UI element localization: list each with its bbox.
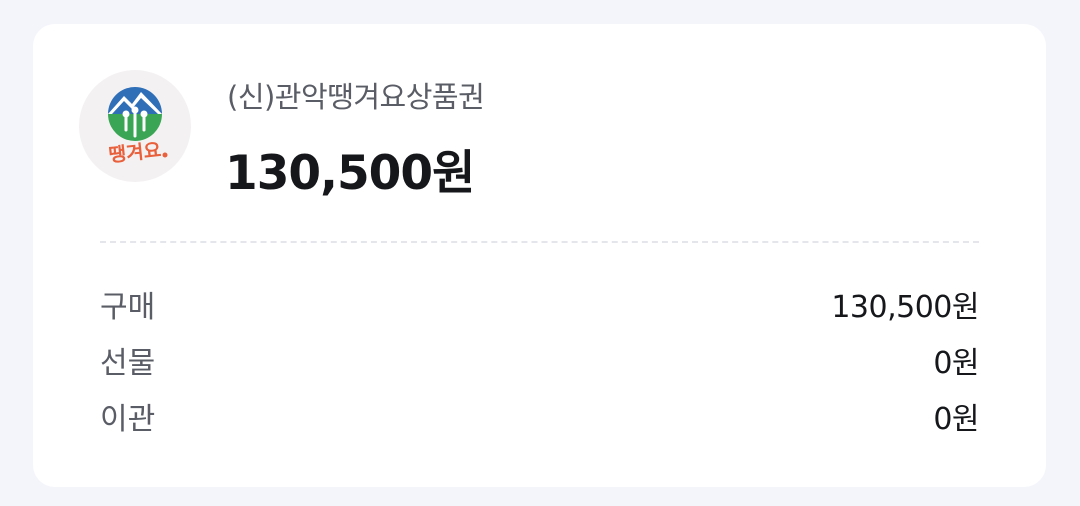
breakdown-label: 선물 xyxy=(100,346,156,381)
breakdown-label: 구매 xyxy=(100,290,156,325)
balance-amount: 130,500원 xyxy=(225,146,475,201)
voucher-balance-card: 땡겨요 (신)관악땡겨요상품권 130,500원 구매 130,500원 선물 … xyxy=(33,24,1046,487)
breakdown-value: 0원 xyxy=(933,402,979,437)
ddaenggyeoyo-logo-icon: 땡겨요 xyxy=(108,87,168,167)
breakdown-row-transfer: 이관 0원 xyxy=(100,394,979,438)
breakdown-row-gift: 선물 0원 xyxy=(100,338,979,382)
breakdown-value: 130,500원 xyxy=(831,290,979,325)
product-name: (신)관악땡겨요상품권 xyxy=(227,80,485,114)
breakdown-label: 이관 xyxy=(100,402,156,437)
svg-text:땡겨요: 땡겨요 xyxy=(108,139,162,166)
voucher-logo: 땡겨요 xyxy=(79,70,191,182)
breakdown-row-purchase: 구매 130,500원 xyxy=(100,282,979,326)
dashed-divider xyxy=(100,241,979,243)
breakdown-value: 0원 xyxy=(933,346,979,381)
